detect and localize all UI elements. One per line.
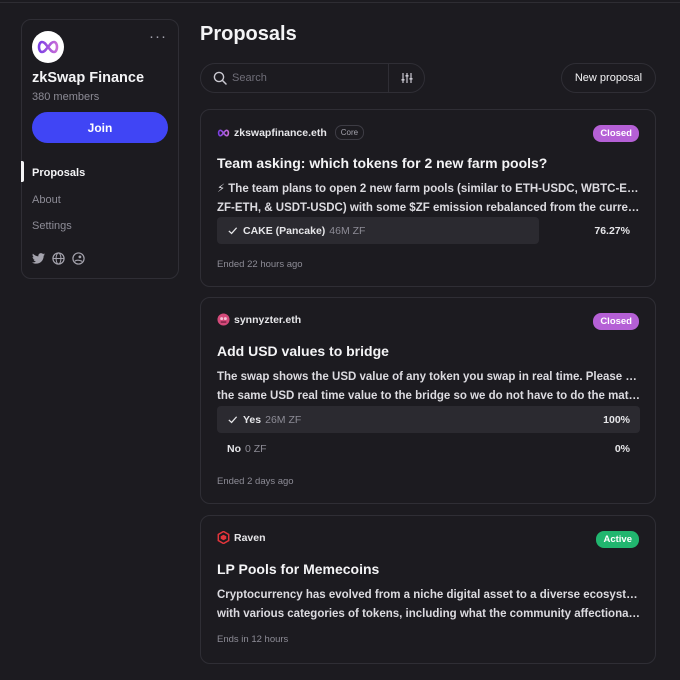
proposal-body: ⚡ The team plans to open 2 new farm pool… (217, 180, 642, 217)
space-sidebar: ··· zkSwap Finance 380 members Join Prop… (21, 19, 179, 279)
check-icon (227, 414, 238, 425)
choice-name: CAKE (Pancake) (243, 224, 326, 237)
core-badge: Core (334, 125, 365, 140)
nav-item-proposals[interactable]: Proposals (21, 160, 178, 187)
proposal-body: The swap shows the USD value of any toke… (217, 368, 642, 405)
choice-name: Yes (243, 413, 262, 426)
choice-row: CAKE (Pancake) 46M ZF 76.27% (217, 217, 640, 244)
proposal-body-line: with various categories of tokens, inclu… (217, 607, 642, 620)
choice-percent: 76.27% (594, 224, 630, 237)
choice-votes: 26M ZF (265, 413, 302, 426)
raven-avatar-icon (217, 531, 230, 544)
infinity-logo-icon (37, 40, 59, 54)
author-name: zkswapfinance.eth (234, 126, 327, 139)
status-badge: Closed (593, 125, 639, 142)
proposal-card[interactable]: zkswapfinance.eth Core Closed Team askin… (200, 109, 656, 287)
space-member-count: 380 members (32, 91, 100, 103)
social-links (32, 252, 85, 265)
check-icon (227, 225, 238, 236)
nav-item-label: About (32, 193, 61, 206)
window-top-border (0, 2, 680, 3)
choice-percent: 0% (614, 442, 630, 455)
nav-item-about[interactable]: About (22, 187, 178, 214)
more-options-icon[interactable]: ··· (149, 28, 167, 45)
space-logo[interactable] (32, 31, 64, 63)
nav-item-settings[interactable]: Settings (22, 213, 178, 240)
search-icon (213, 71, 227, 85)
page-title: Proposals (200, 23, 297, 45)
proposal-author[interactable]: Raven (217, 531, 266, 544)
proposal-body-line: The swap shows the USD value of any toke… (217, 371, 642, 383)
nav-item-label: Settings (32, 220, 72, 233)
search-bar (200, 63, 425, 93)
choice-votes: 46M ZF (329, 224, 366, 237)
choice-votes: 0 ZF (245, 442, 267, 455)
proposal-time: Ended 22 hours ago (217, 259, 303, 270)
proposal-card[interactable]: Raven Active LP Pools for Memecoins Cryp… (200, 515, 656, 664)
nav-item-label: Proposals (32, 167, 86, 180)
new-proposal-button[interactable]: New proposal (561, 63, 656, 93)
user-avatar-icon (217, 313, 230, 326)
proposal-body-line: ZF-ETH, & USDT-USDC) with some $ZF emiss… (217, 201, 642, 214)
globe-icon[interactable] (52, 252, 65, 265)
choice-row: Yes 26M ZF 100% (217, 406, 640, 433)
infinity-avatar-icon (217, 126, 230, 139)
choice-percent: 100% (603, 413, 630, 426)
status-badge: Active (596, 531, 639, 548)
proposal-body: Cryptocurrency has evolved from a niche … (217, 586, 642, 623)
status-badge: Closed (593, 313, 639, 330)
proposal-title: Add USD values to bridge (217, 343, 389, 359)
proposal-body-line: ⚡ The team plans to open 2 new farm pool… (217, 183, 642, 195)
proposal-title: Team asking: which tokens for 2 new farm… (217, 155, 548, 171)
proposal-time: Ends in 12 hours (217, 634, 289, 645)
author-name: Raven (234, 531, 266, 544)
choice-name: No (227, 442, 241, 455)
coingecko-icon[interactable] (72, 252, 85, 265)
search-input[interactable] (232, 72, 382, 84)
proposal-author[interactable]: zkswapfinance.eth Core (217, 125, 365, 140)
twitter-icon[interactable] (32, 252, 45, 265)
proposal-title: LP Pools for Memecoins (217, 561, 380, 577)
space-name: zkSwap Finance (32, 70, 145, 86)
filter-sliders-icon[interactable] (389, 64, 425, 92)
choice-row: No 0 ZF 0% (217, 435, 640, 462)
join-button[interactable]: Join (32, 112, 168, 143)
proposal-time: Ended 2 days ago (217, 476, 294, 487)
proposal-body-line: Cryptocurrency has evolved from a niche … (217, 589, 642, 601)
author-name: synnyzter.eth (234, 313, 302, 326)
proposal-body-line: the same USD real time value to the brid… (217, 389, 642, 402)
space-nav: Proposals About Settings (21, 160, 178, 240)
proposal-card[interactable]: synnyzter.eth Closed Add USD values to b… (200, 297, 656, 504)
proposal-author[interactable]: synnyzter.eth (217, 313, 301, 326)
